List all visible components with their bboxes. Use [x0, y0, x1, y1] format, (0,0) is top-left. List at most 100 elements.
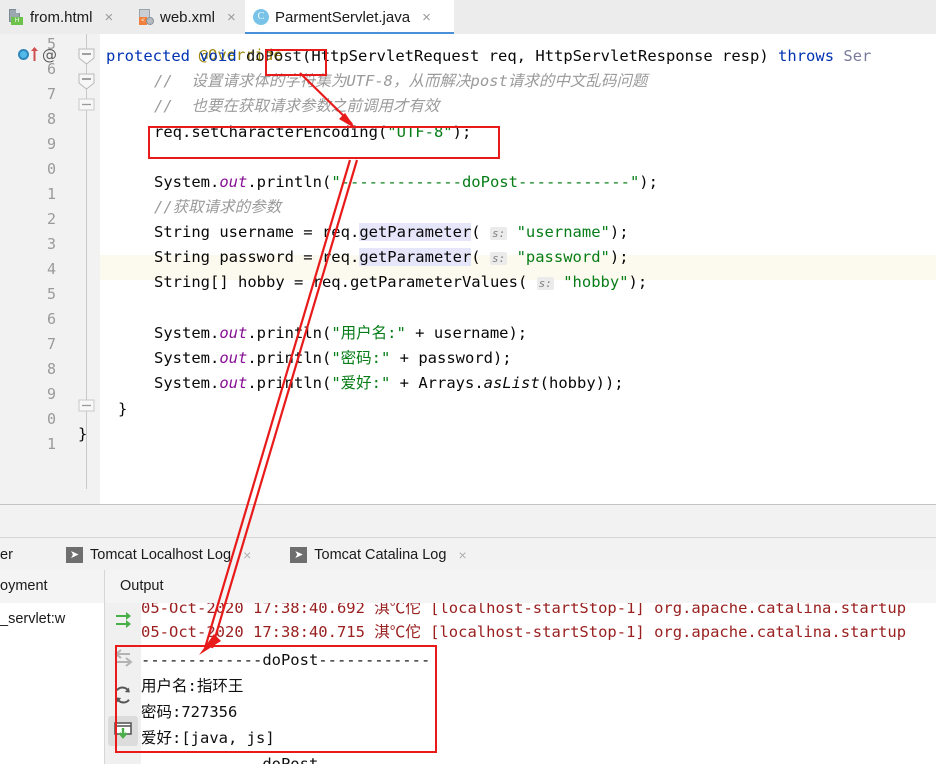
editor-tab-web-xml[interactable]: < web.xml × [130, 0, 245, 34]
console-line: 05-Oct-2020 17:38:40.715 淇℃佗 [localhost-… [141, 623, 907, 641]
close-icon[interactable]: × [243, 547, 251, 563]
tool-tab-tomcat-localhost-log[interactable]: ➤ Tomcat Localhost Log × [58, 538, 259, 571]
xml-file-icon: < [138, 9, 154, 25]
code-token-cn-password-string: "密码:" [331, 349, 391, 367]
code-line-print-password: System.out.println("密码:" + password); [154, 349, 512, 367]
line-number: 0 [46, 160, 56, 178]
annotation-box-console-output [115, 645, 437, 753]
java-class-icon: C [253, 9, 269, 25]
tool-tab-tomcat-catalina-log[interactable]: ➤ Tomcat Catalina Log × [282, 538, 474, 571]
code-line-annotation: @Override [124, 34, 283, 64]
code-token-servletexception: Ser [843, 47, 872, 65]
code-line-username: String username = req.getParameter( s: "… [154, 223, 629, 241]
param-hint-s: s: [536, 277, 554, 290]
line-number-gutter: 5 6 7 8 9 0 1 2 3 4 5 6 7 8 9 0 1 @ [0, 34, 69, 504]
code-token-hobby-string: "hobby" [563, 273, 629, 291]
editor-tab-label: ParmentServlet.java [275, 8, 411, 26]
output-header-label: Output [120, 578, 164, 594]
editor-tab-label: web.xml [160, 8, 216, 26]
editor-tab-label: from.html [30, 8, 93, 26]
code-token-username-string: "username" [516, 223, 610, 241]
code-editor[interactable]: 5 6 7 8 9 0 1 2 3 4 5 6 7 8 9 0 1 @ @Ove… [0, 34, 936, 504]
code-line-close-class: } [78, 425, 88, 443]
line-number: 7 [46, 335, 56, 353]
annotation-box-set-encoding [148, 126, 500, 159]
tool-window-tab-bar: er ➤ Tomcat Localhost Log × ➤ Tomcat Cat… [0, 537, 936, 572]
deployment-tree-pane[interactable]: _servlet:w [0, 603, 104, 764]
annotation-box-dopost [265, 49, 327, 76]
code-token-httpservletresponse: HttpServletResponse [535, 47, 713, 65]
breakpoint-icon[interactable] [18, 49, 29, 60]
tool-tab-label: Tomcat Catalina Log [314, 546, 447, 563]
tool-tab-label: Tomcat Localhost Log [90, 546, 232, 563]
code-line-signature: protected void doPost(HttpServletRequest… [106, 47, 872, 65]
ide-window: H from.html × < web.xml × C ParmentServl… [0, 0, 936, 764]
tool-tab-label: er [0, 546, 13, 563]
code-line-comment-2: // 也要在获取请求参数之前调用才有效 [154, 97, 440, 115]
line-number: 9 [46, 135, 56, 153]
code-token-aslist: asList [483, 374, 540, 392]
line-number: 0 [46, 410, 56, 428]
code-token-httpservletrequest: HttpServletRequest [311, 47, 480, 65]
tool-tab-server[interactable]: er [0, 538, 44, 572]
code-line-comment-1: // 设置请求体的字符集为UTF-8，从而解决post请求的中文乱码问题 [154, 72, 648, 90]
html-file-icon: H [8, 9, 24, 25]
code-line-comment-3: //获取请求的参数 [154, 198, 282, 216]
fold-collapse-icon[interactable] [78, 399, 95, 413]
rerun-icon [116, 612, 131, 628]
deployment-header-label: oyment [0, 578, 48, 594]
code-token-out: out [219, 374, 248, 392]
run-icon: ➤ [66, 546, 83, 563]
editor-tab-bar: H from.html × < web.xml × C ParmentServl… [0, 0, 936, 35]
run-icon: ➤ [290, 546, 308, 563]
code-token-getparameter: getParameter [359, 223, 472, 241]
override-annotation-marker[interactable]: @ [42, 46, 57, 64]
code-token-out: out [219, 349, 248, 367]
param-hint-s: s: [489, 227, 508, 240]
close-icon[interactable]: × [227, 10, 236, 25]
code-line-hobby: String[] hobby = req.getParameterValues(… [154, 273, 648, 291]
override-arrow-icon[interactable] [30, 46, 39, 62]
line-number: 7 [46, 85, 56, 103]
code-line-banner-println: System.out.println("-------------doPost-… [154, 173, 658, 191]
tool-window-sub-header: oyment Output [0, 570, 936, 604]
param-hint-s: s: [489, 252, 508, 265]
fold-collapse-icon[interactable] [78, 98, 95, 112]
editor-tab-parmentservlet-java[interactable]: C ParmentServlet.java × [245, 0, 454, 34]
line-number: 9 [46, 385, 56, 403]
line-number: 2 [46, 210, 56, 228]
line-number: 6 [46, 310, 56, 328]
tool-window-splitter[interactable] [0, 504, 936, 538]
code-text-area[interactable]: @Override protected void doPost(HttpServ… [78, 34, 936, 504]
line-number: 5 [46, 285, 56, 303]
rerun-button[interactable] [108, 605, 138, 635]
line-number: 8 [46, 110, 56, 128]
deployment-tree-item[interactable]: _servlet:w [0, 611, 65, 627]
code-line-close-method: } [118, 400, 128, 418]
close-icon[interactable]: × [105, 10, 114, 25]
code-token-cn-username-string: "用户名:" [331, 324, 406, 342]
line-number: 8 [46, 360, 56, 378]
fold-collapse-icon[interactable] [78, 48, 95, 65]
code-token-getparameter: getParameter [359, 248, 472, 266]
code-token-protected: protected [106, 47, 190, 65]
code-token-password-string: "password" [516, 248, 610, 266]
line-number: 3 [46, 235, 56, 253]
line-number: 1 [46, 185, 56, 203]
code-line-print-username: System.out.println("用户名:" + username); [154, 324, 528, 342]
code-token-out: out [219, 324, 248, 342]
code-line-print-hobby: System.out.println("爱好:" + Arrays.asList… [154, 374, 624, 392]
fold-collapse-icon[interactable] [78, 73, 95, 90]
code-token-cn-hobby-string: "爱好:" [331, 374, 391, 392]
close-icon[interactable]: × [458, 547, 466, 563]
editor-tab-from-html[interactable]: H from.html × [0, 0, 130, 34]
code-line-password: String password = req.getParameter( s: "… [154, 248, 629, 266]
code-token-req: req, [488, 47, 527, 65]
line-number: 1 [46, 435, 56, 453]
code-token-resp: resp) [722, 47, 769, 65]
code-token-void: void [199, 47, 237, 65]
code-token-banner-string: "-------------doPost------------" [331, 173, 640, 191]
code-token-out: out [219, 173, 248, 191]
line-number: 4 [46, 260, 56, 278]
close-icon[interactable]: × [422, 10, 431, 25]
